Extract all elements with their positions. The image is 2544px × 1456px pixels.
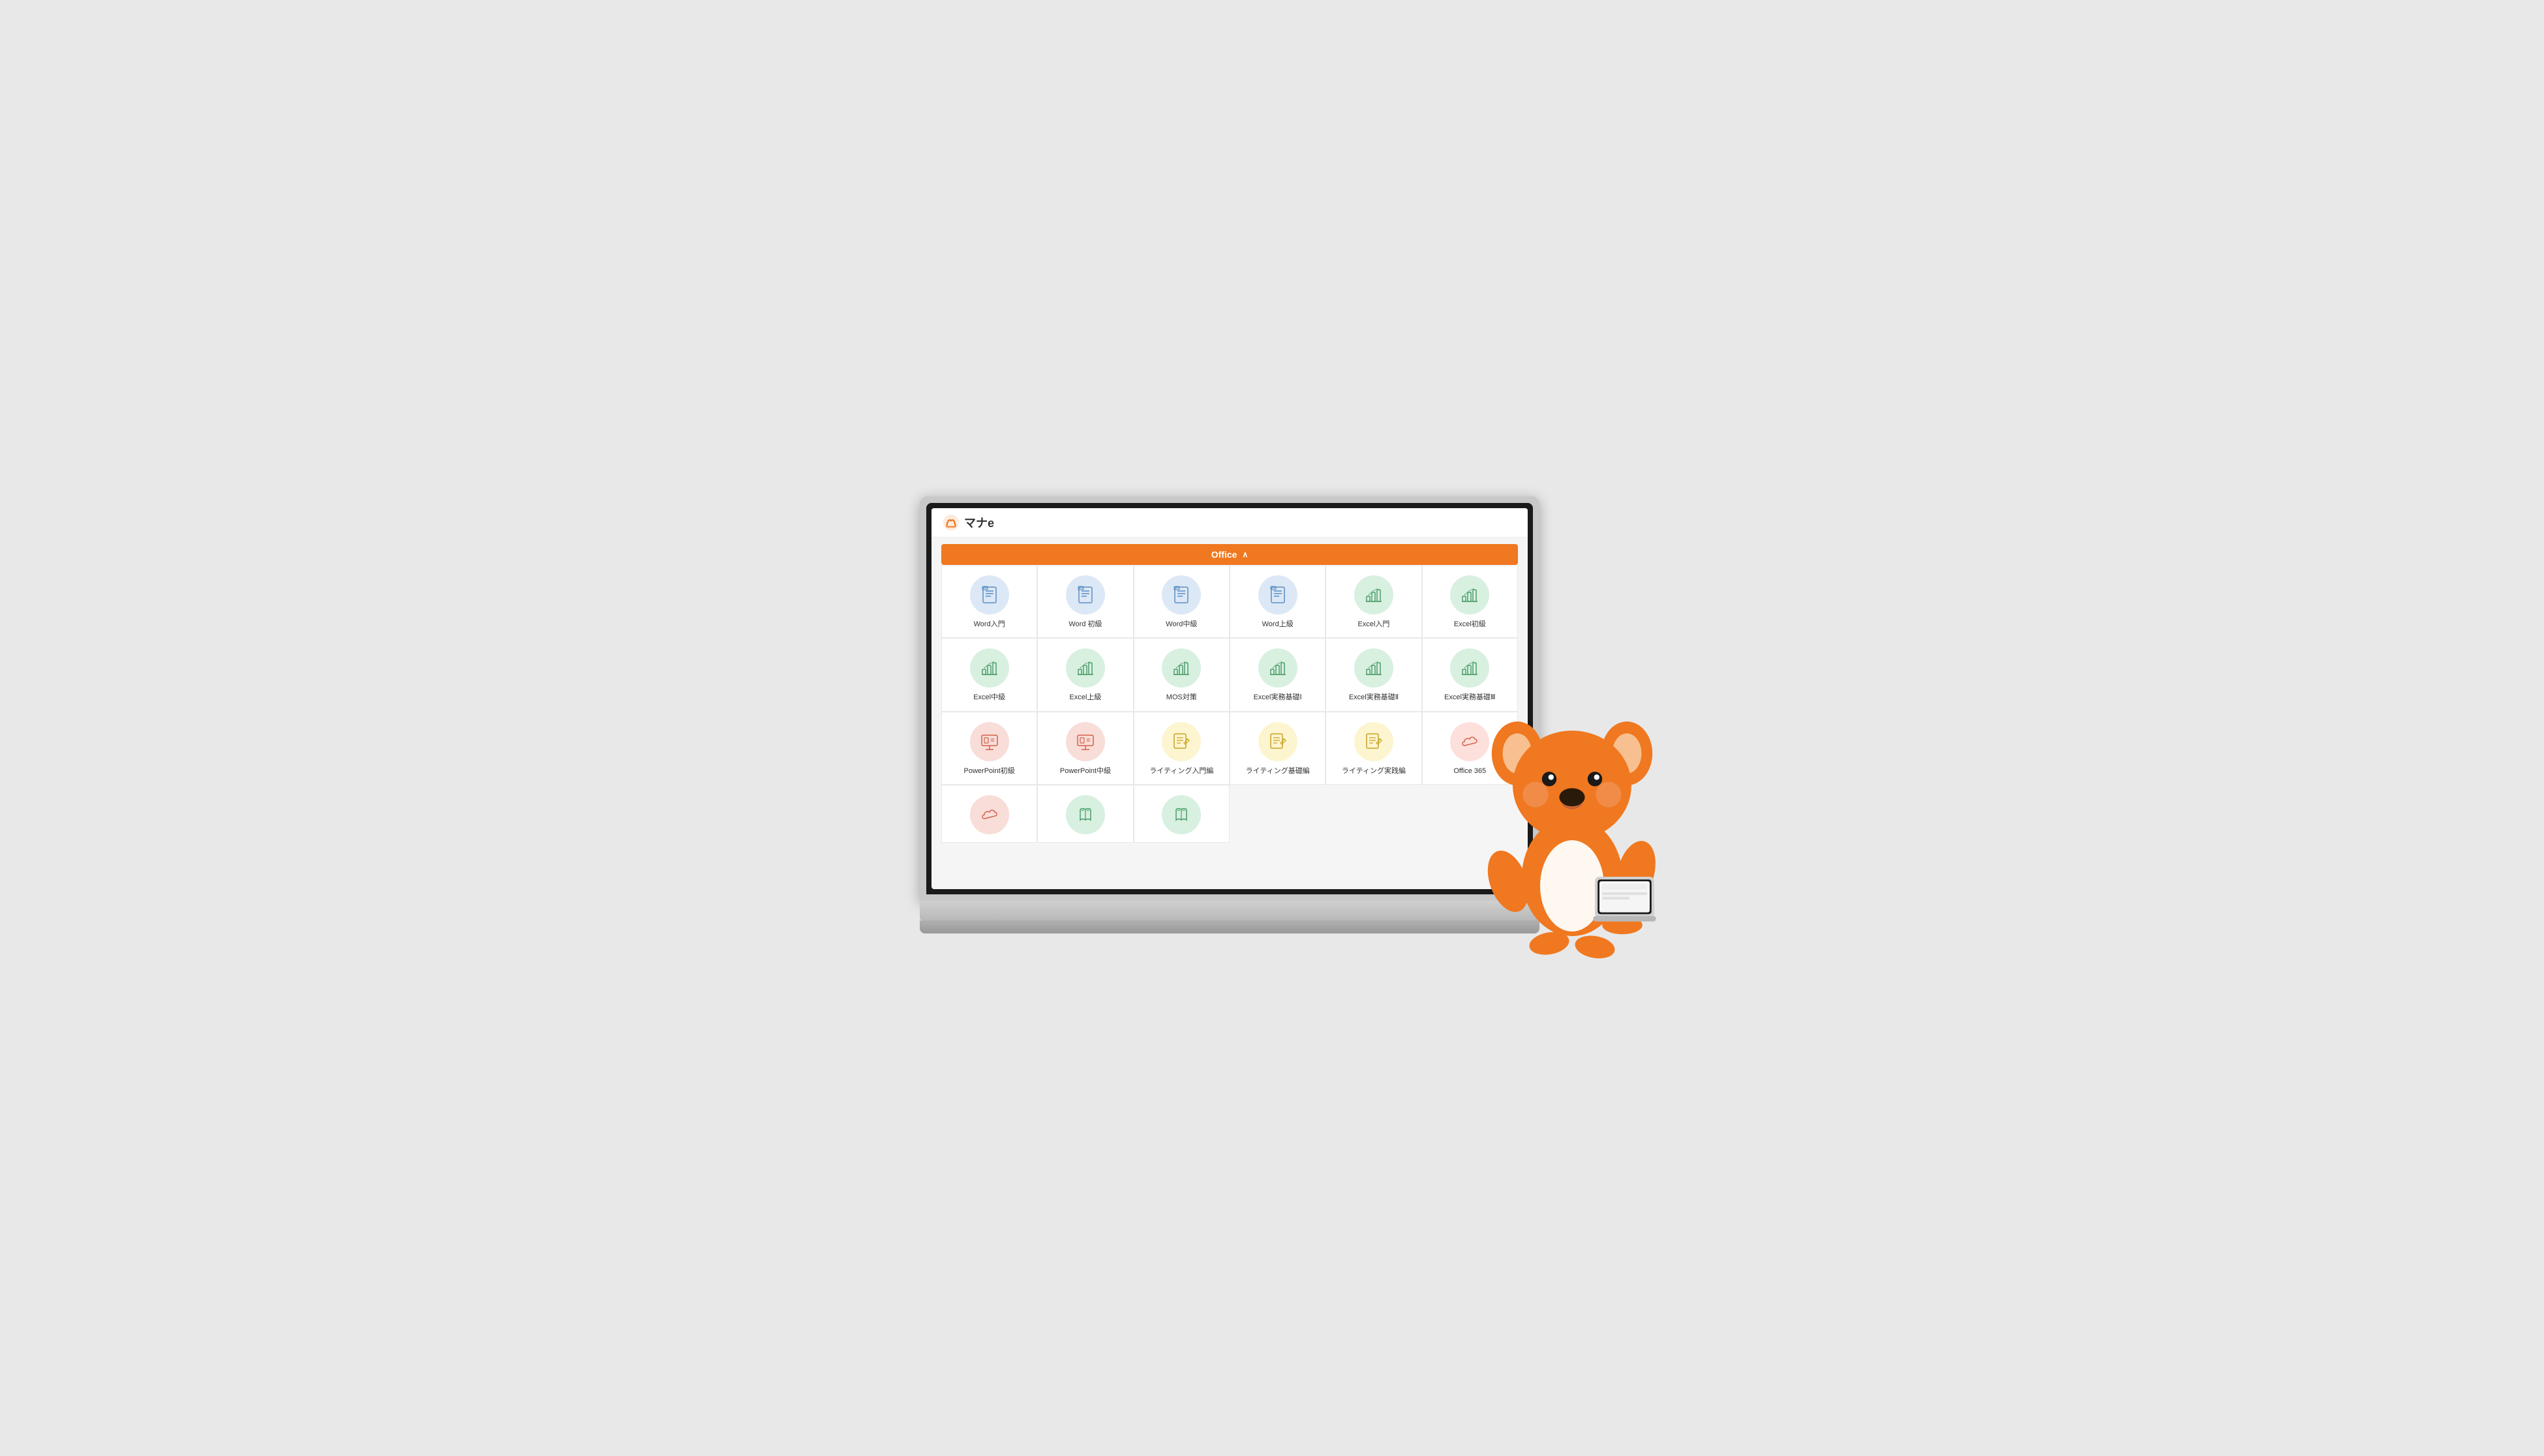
course-writing-practical[interactable]: ライティング実践編 xyxy=(1325,712,1421,785)
excel-p2-label: Excel実務基礎Ⅱ xyxy=(1349,693,1399,703)
presentation-icon xyxy=(979,731,1000,752)
excel-intro-label: Excel入門 xyxy=(1358,620,1390,629)
content-area[interactable]: Office ∧ xyxy=(931,538,1528,889)
chart-bar-icon4 xyxy=(1075,658,1096,678)
writing-prac-icon-bg xyxy=(1354,722,1393,761)
presentation-icon2 xyxy=(1075,731,1096,752)
course-excel-advanced[interactable]: Excel上級 xyxy=(1037,638,1133,711)
document-list-icon4 xyxy=(1267,584,1288,605)
excel-int-icon-bg xyxy=(970,648,1009,688)
word-intro-icon-bg xyxy=(970,575,1009,614)
writing-prac-label: ライティング実践編 xyxy=(1342,766,1406,776)
logo-icon xyxy=(942,513,960,532)
course-word-advanced[interactable]: Word上級 xyxy=(1230,565,1325,638)
scene: マナe Office ∧ xyxy=(881,483,1663,973)
laptop-screen: マナe Office ∧ xyxy=(931,508,1528,889)
excel-beg-label: Excel初級 xyxy=(1454,620,1486,629)
partial-cloud[interactable] xyxy=(941,785,1037,843)
mascot-svg xyxy=(1481,699,1663,973)
chart-bar-icon xyxy=(1363,584,1384,605)
partial-cloud-icon-bg xyxy=(970,795,1009,834)
word-int-icon-bg xyxy=(1162,575,1201,614)
logo-text: マナe xyxy=(964,514,994,531)
course-writing-intro[interactable]: ライティング入門編 xyxy=(1134,712,1230,785)
partial-book1[interactable] xyxy=(1037,785,1133,843)
course-grid-row2: Excel中級 xyxy=(931,638,1528,711)
word-int-label: Word中級 xyxy=(1166,620,1197,629)
course-excel-practical1[interactable]: Excel実務基礎Ⅰ xyxy=(1230,638,1325,711)
excel-beg-icon-bg xyxy=(1450,575,1489,614)
laptop: マナe Office ∧ xyxy=(920,496,1539,940)
writing-icon3 xyxy=(1363,731,1384,752)
book-icon xyxy=(1075,804,1096,825)
app-header: マナe xyxy=(931,508,1528,538)
laptop-screen-outer: マナe Office ∧ xyxy=(920,496,1539,901)
course-ppt-intermediate[interactable]: PowerPoint中級 xyxy=(1037,712,1133,785)
excel-adv-label: Excel上級 xyxy=(1070,693,1102,703)
course-excel-intro[interactable]: Excel入門 xyxy=(1325,565,1421,638)
section-header[interactable]: Office ∧ xyxy=(941,544,1518,565)
writing-intro-label: ライティング入門編 xyxy=(1149,766,1213,776)
course-word-intermediate[interactable]: Word中級 xyxy=(1134,565,1230,638)
mascot xyxy=(1481,699,1663,973)
excel-int-label: Excel中級 xyxy=(973,693,1005,703)
partial-book2-icon-bg xyxy=(1162,795,1201,834)
cloud-icon xyxy=(1459,731,1480,752)
course-word-intro[interactable]: Word入門 xyxy=(941,565,1037,638)
excel-p1-icon-bg xyxy=(1258,648,1297,688)
book-icon2 xyxy=(1171,804,1192,825)
course-excel-beginner[interactable]: Excel初級 xyxy=(1422,565,1518,638)
chart-bar-icon3 xyxy=(979,658,1000,678)
course-excel-intermediate[interactable]: Excel中級 xyxy=(941,638,1037,711)
chart-bar-icon7 xyxy=(1363,658,1384,678)
partial-book1-icon-bg xyxy=(1066,795,1105,834)
mos-icon-bg xyxy=(1162,648,1201,688)
document-list-icon2 xyxy=(1075,584,1096,605)
word-intro-label: Word入門 xyxy=(974,620,1005,629)
ppt-beg-label: PowerPoint初級 xyxy=(964,766,1015,776)
writing-icon2 xyxy=(1267,731,1288,752)
course-grid-row1: Word入門 xyxy=(931,565,1528,638)
word-beginner-label: Word 初級 xyxy=(1068,620,1102,629)
chart-bar-icon5 xyxy=(1171,658,1192,678)
cloud-icon2 xyxy=(979,804,1000,825)
laptop-base xyxy=(920,901,1539,920)
section-title: Office xyxy=(1211,549,1237,560)
word-beginner-icon-bg xyxy=(1066,575,1105,614)
writing-icon xyxy=(1171,731,1192,752)
writing-basic-icon-bg xyxy=(1258,722,1297,761)
chart-bar-icon2 xyxy=(1459,584,1480,605)
excel-intro-icon-bg xyxy=(1354,575,1393,614)
laptop-bottom xyxy=(920,901,1539,933)
course-writing-basic[interactable]: ライティング基礎編 xyxy=(1230,712,1325,785)
mos-label: MOS対策 xyxy=(1166,693,1197,703)
laptop-bezel: マナe Office ∧ xyxy=(926,503,1533,894)
writing-basic-label: ライティング基礎編 xyxy=(1246,766,1310,776)
logo-area: マナe xyxy=(942,513,994,532)
writing-intro-icon-bg xyxy=(1162,722,1201,761)
chevron-up-icon: ∧ xyxy=(1242,550,1248,559)
course-ppt-beginner[interactable]: PowerPoint初級 xyxy=(941,712,1037,785)
course-grid-row3: PowerPoint初級 xyxy=(931,712,1528,785)
ppt-beg-icon-bg xyxy=(970,722,1009,761)
course-grid-row4 xyxy=(931,785,1528,843)
excel-p1-label: Excel実務基礎Ⅰ xyxy=(1254,693,1302,703)
ppt-int-label: PowerPoint中級 xyxy=(1060,766,1111,776)
partial-book2[interactable] xyxy=(1134,785,1230,843)
word-adv-icon-bg xyxy=(1258,575,1297,614)
chart-bar-icon6 xyxy=(1267,658,1288,678)
course-excel-practical2[interactable]: Excel実務基礎Ⅱ xyxy=(1325,638,1421,711)
course-mos[interactable]: MOS対策 xyxy=(1134,638,1230,711)
excel-p3-icon-bg xyxy=(1450,648,1489,688)
chart-bar-icon8 xyxy=(1459,658,1480,678)
ppt-int-icon-bg xyxy=(1066,722,1105,761)
document-list-icon3 xyxy=(1171,584,1192,605)
excel-p2-icon-bg xyxy=(1354,648,1393,688)
course-word-beginner[interactable]: Word 初級 xyxy=(1037,565,1133,638)
word-adv-label: Word上級 xyxy=(1262,620,1294,629)
laptop-foot xyxy=(920,920,1539,933)
document-list-icon xyxy=(979,584,1000,605)
excel-adv-icon-bg xyxy=(1066,648,1105,688)
